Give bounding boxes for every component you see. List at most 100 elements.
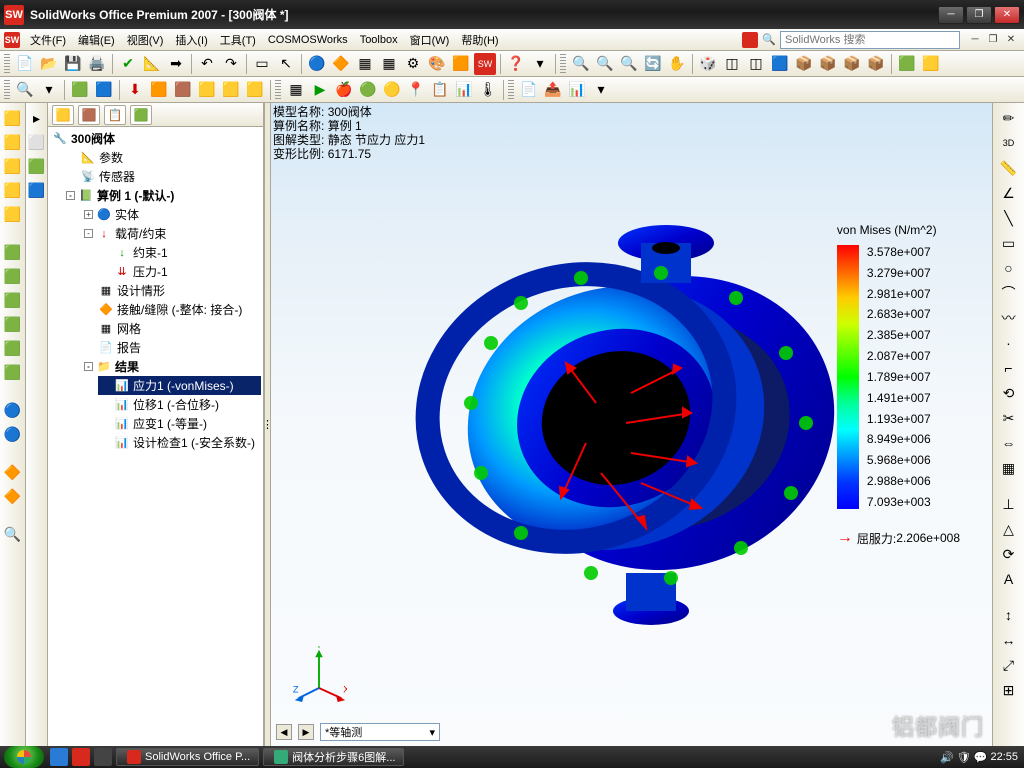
zoom-fit-button[interactable]: 🔍	[570, 53, 592, 75]
rt-rel-icon[interactable]: ∠	[998, 182, 1020, 204]
taskbar-clock[interactable]: 22:55	[990, 751, 1018, 763]
rt-line-icon[interactable]: ╲	[998, 207, 1020, 229]
viewport-3d[interactable]: 模型名称: 300阀体 算例名称: 算例 1 图解类型: 静态 节应力 应力1 …	[271, 103, 992, 746]
plot-btn[interactable]: 📊	[453, 79, 475, 101]
expand-icon[interactable]: -	[84, 229, 93, 238]
expand-icon[interactable]: -	[66, 191, 75, 200]
feat-sweep-icon[interactable]: 🟨	[2, 179, 24, 201]
rt-ext2-icon[interactable]: △	[998, 518, 1020, 540]
result1-btn[interactable]: 🍎	[333, 79, 355, 101]
minimize-button[interactable]: ─	[938, 6, 964, 24]
section-button[interactable]: 📐	[141, 53, 163, 75]
sketch-fillet-icon[interactable]: 🟩	[2, 337, 24, 359]
check-button[interactable]: ✔	[117, 53, 139, 75]
rt-spline-icon[interactable]: 〰	[998, 307, 1020, 329]
dropdown-button[interactable]: ▾	[529, 53, 551, 75]
mdi-restore-button[interactable]: ❐	[984, 32, 1002, 48]
toolbar-handle-4[interactable]	[275, 80, 281, 100]
menu-insert[interactable]: 插入(I)	[169, 30, 213, 50]
search-input[interactable]	[780, 31, 960, 49]
menu-file[interactable]: 文件(F)	[24, 30, 72, 50]
options-button[interactable]: ⚙	[402, 53, 424, 75]
toolbar-handle-5[interactable]	[508, 80, 514, 100]
orient-button[interactable]: 🎲	[697, 53, 719, 75]
rt-expand-icon[interactable]: ⊞	[998, 679, 1020, 701]
mdi-minimize-button[interactable]: ─	[966, 32, 984, 48]
maximize-button[interactable]: ❐	[966, 6, 992, 24]
section-view-button[interactable]: 📦	[841, 53, 863, 75]
tab-config[interactable]: 📋	[104, 105, 126, 125]
rt-mirror-icon[interactable]: ⇔	[998, 432, 1020, 454]
grid2-button[interactable]: ▦	[378, 53, 400, 75]
tree-node[interactable]: -↓载荷/约束	[82, 224, 261, 243]
feat-cut-icon[interactable]: 🟨	[2, 131, 24, 153]
vp-scroll-left[interactable]: ◀	[276, 724, 292, 740]
rt-pan-up-icon[interactable]: ↕	[998, 604, 1020, 626]
view-orientation-select[interactable]: *等轴测▾	[320, 723, 440, 741]
menu-view[interactable]: 视图(V)	[121, 30, 170, 50]
study-dropdown[interactable]: ▾	[38, 79, 60, 101]
feat-loft-icon[interactable]: 🟨	[2, 203, 24, 225]
ql-desktop-icon[interactable]	[94, 748, 112, 766]
tree-node[interactable]: 📊设计检查1 (-安全系数-)	[98, 433, 261, 452]
select-button[interactable]: ▭	[251, 53, 273, 75]
compare-btn[interactable]: 📊	[566, 79, 588, 101]
pan-button[interactable]: ✋	[666, 53, 688, 75]
print-button[interactable]: 🖨️	[86, 53, 108, 75]
rt-fillet-icon[interactable]: ⌐	[998, 357, 1020, 379]
view-dropdown-button[interactable]: 📦	[865, 53, 887, 75]
sketch-arc-icon[interactable]: 🟩	[2, 313, 24, 335]
rt-trim-icon[interactable]: ✂	[998, 407, 1020, 429]
lt-icon-3[interactable]: 🟦	[26, 179, 48, 201]
tree-node[interactable]: -📗算例 1 (-默认-)	[64, 186, 261, 205]
wireframe-button[interactable]: ◫	[721, 53, 743, 75]
tree-node[interactable]: +🔵实体	[82, 205, 261, 224]
feature-tree[interactable]: 🔧 300阀体 📐参数📡传感器-📗算例 1 (-默认-)+🔵实体-↓载荷/约束↓…	[48, 127, 263, 746]
new-button[interactable]: 📄	[14, 53, 36, 75]
rotate-button[interactable]: 🔄	[642, 53, 664, 75]
system-tray[interactable]: 🔊 🛡 💬 22:55	[940, 751, 1024, 764]
run-btn[interactable]: ▶	[309, 79, 331, 101]
rt-ext4-icon[interactable]: A	[998, 568, 1020, 590]
load-btn[interactable]: ⬇	[124, 79, 146, 101]
appearance-button[interactable]: 🟨	[920, 53, 942, 75]
rt-pan-lr-icon[interactable]: ↔	[998, 629, 1020, 651]
menu-tools[interactable]: 工具(T)	[214, 30, 262, 50]
feat-revolve-icon[interactable]: 🟨	[2, 155, 24, 177]
advisor-button[interactable]: 🔍	[14, 79, 36, 101]
feat-extrude-icon[interactable]: 🟨	[2, 107, 24, 129]
rt-circle-icon[interactable]: ○	[998, 257, 1020, 279]
cursor-button[interactable]: ↖	[275, 53, 297, 75]
torque-btn[interactable]: 🟨	[196, 79, 218, 101]
tree-node[interactable]: 📊位移1 (-合位移-)	[98, 395, 261, 414]
tree-node[interactable]: 🔶接触/缝隙 (-整体: 接合-)	[82, 300, 261, 319]
result3-btn[interactable]: 🟡	[381, 79, 403, 101]
color-button[interactable]: 🎨	[426, 53, 448, 75]
rt-offset-icon[interactable]: ⟲	[998, 382, 1020, 404]
more-btn[interactable]: ▾	[590, 79, 612, 101]
toolbar-handle[interactable]	[4, 54, 10, 74]
save-button[interactable]: 💾	[62, 53, 84, 75]
hidden-button[interactable]: ◫	[745, 53, 767, 75]
report-btn[interactable]: 📄	[518, 79, 540, 101]
zoom-area-button[interactable]: 🔍	[594, 53, 616, 75]
start-button[interactable]	[4, 746, 44, 768]
tree-node[interactable]: 📊应力1 (-vonMises-)	[98, 376, 261, 395]
sketch-line-icon[interactable]: 🟩	[2, 241, 24, 263]
task-document[interactable]: 阀体分析步骤6图解...	[263, 748, 404, 766]
shadow-button[interactable]: 📦	[817, 53, 839, 75]
centrifugal-btn[interactable]: 🟨	[244, 79, 266, 101]
arrow-button[interactable]: ➡	[165, 53, 187, 75]
rt-3dsketch-icon[interactable]: 3D	[998, 132, 1020, 154]
tool-button[interactable]: 🔶	[330, 53, 352, 75]
tree-node[interactable]: 📄报告	[82, 338, 261, 357]
tray-icon[interactable]: 🛡	[957, 751, 971, 764]
menu-help[interactable]: 帮助(H)	[455, 30, 504, 50]
tree-node[interactable]: -📁结果	[82, 357, 261, 376]
expand-icon[interactable]: +	[84, 210, 93, 219]
rebuild-button[interactable]: 🔵	[306, 53, 328, 75]
rt-point-icon[interactable]: ·	[998, 332, 1020, 354]
rt-arc-icon[interactable]: ⌒	[998, 282, 1020, 304]
open-button[interactable]: 📂	[38, 53, 60, 75]
texture-button[interactable]: SW	[474, 53, 496, 75]
